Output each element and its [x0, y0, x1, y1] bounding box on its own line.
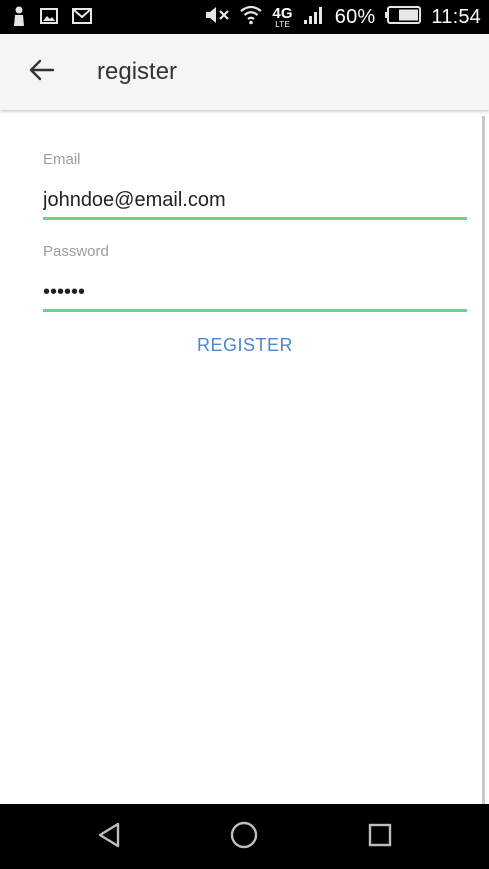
recents-square-icon: [367, 822, 393, 853]
network-type: 4G LTE: [272, 6, 292, 29]
signal-icon: [303, 5, 325, 30]
image-icon: [40, 7, 58, 30]
email-field[interactable]: [43, 183, 467, 220]
status-bar: 4G LTE 60% 11:54: [0, 0, 489, 34]
register-button[interactable]: REGISTER: [160, 330, 330, 360]
system-nav-bar: [0, 804, 489, 869]
email-label: Email: [43, 151, 81, 168]
arrow-left-icon: [29, 58, 55, 87]
network-sub-label: LTE: [275, 19, 290, 29]
scrollbar[interactable]: [482, 116, 485, 804]
battery-percent: 60%: [334, 5, 376, 28]
home-circle-icon: [229, 820, 259, 855]
network-label: 4G: [272, 4, 293, 22]
person-icon: [12, 6, 26, 31]
nav-back-button[interactable]: [92, 820, 126, 854]
battery-icon: [385, 5, 422, 29]
nav-home-button[interactable]: [227, 820, 261, 854]
back-button[interactable]: [24, 54, 60, 90]
gmail-icon: [72, 8, 92, 29]
nav-recents-button[interactable]: [363, 820, 397, 854]
clock-time: 11:54: [431, 5, 481, 28]
password-label: Password: [43, 243, 109, 260]
password-field[interactable]: [43, 275, 467, 312]
system-icons: 4G LTE 60% 11:54: [204, 0, 481, 34]
register-form: Email Password REGISTER: [0, 110, 489, 804]
back-triangle-icon: [96, 821, 122, 854]
wifi-icon: [240, 5, 263, 30]
notification-icons: [12, 6, 92, 31]
app-bar: register: [0, 34, 489, 110]
page-title: register: [97, 58, 178, 85]
mute-icon: [204, 5, 230, 30]
